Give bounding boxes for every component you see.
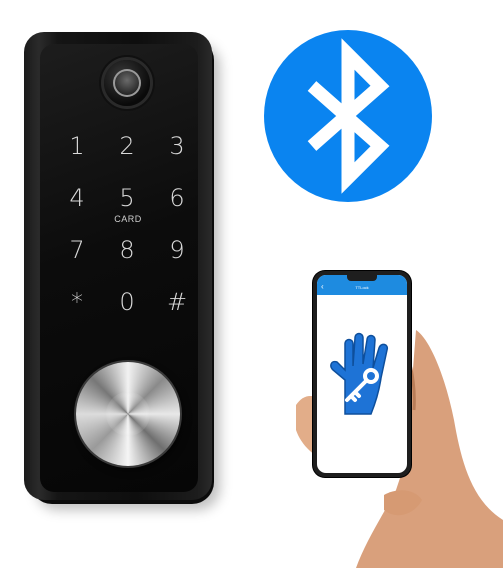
key-9[interactable]: 9 <box>152 224 202 276</box>
smartphone: ‹ TTLock <box>313 271 411 477</box>
hand-key-icon <box>330 332 389 415</box>
bluetooth-icon <box>264 30 432 202</box>
key-8[interactable]: 8 <box>102 224 152 276</box>
key-3[interactable]: 3 <box>152 120 202 172</box>
card-reader-label: CARD <box>114 214 142 224</box>
key-2[interactable]: 2 <box>102 120 152 172</box>
key-0[interactable]: 0 <box>102 276 152 328</box>
key-hash[interactable]: # <box>152 276 202 328</box>
product-scene: 1 2 3 4 5 6 7 8 9 * 0 # CARD ‹ TTLock <box>0 0 503 568</box>
fingerprint-sensor-icon[interactable] <box>104 60 150 106</box>
phone-notch <box>347 275 377 281</box>
key-7[interactable]: 7 <box>52 224 102 276</box>
lock-knob[interactable] <box>76 362 180 466</box>
phone-screen: ‹ TTLock <box>317 275 407 473</box>
fingerprint-pad[interactable] <box>113 69 141 97</box>
key-4[interactable]: 4 <box>52 172 102 224</box>
key-6[interactable]: 6 <box>152 172 202 224</box>
key-1[interactable]: 1 <box>52 120 102 172</box>
app-title: TTLock <box>355 285 369 290</box>
key-star[interactable]: * <box>52 276 102 328</box>
